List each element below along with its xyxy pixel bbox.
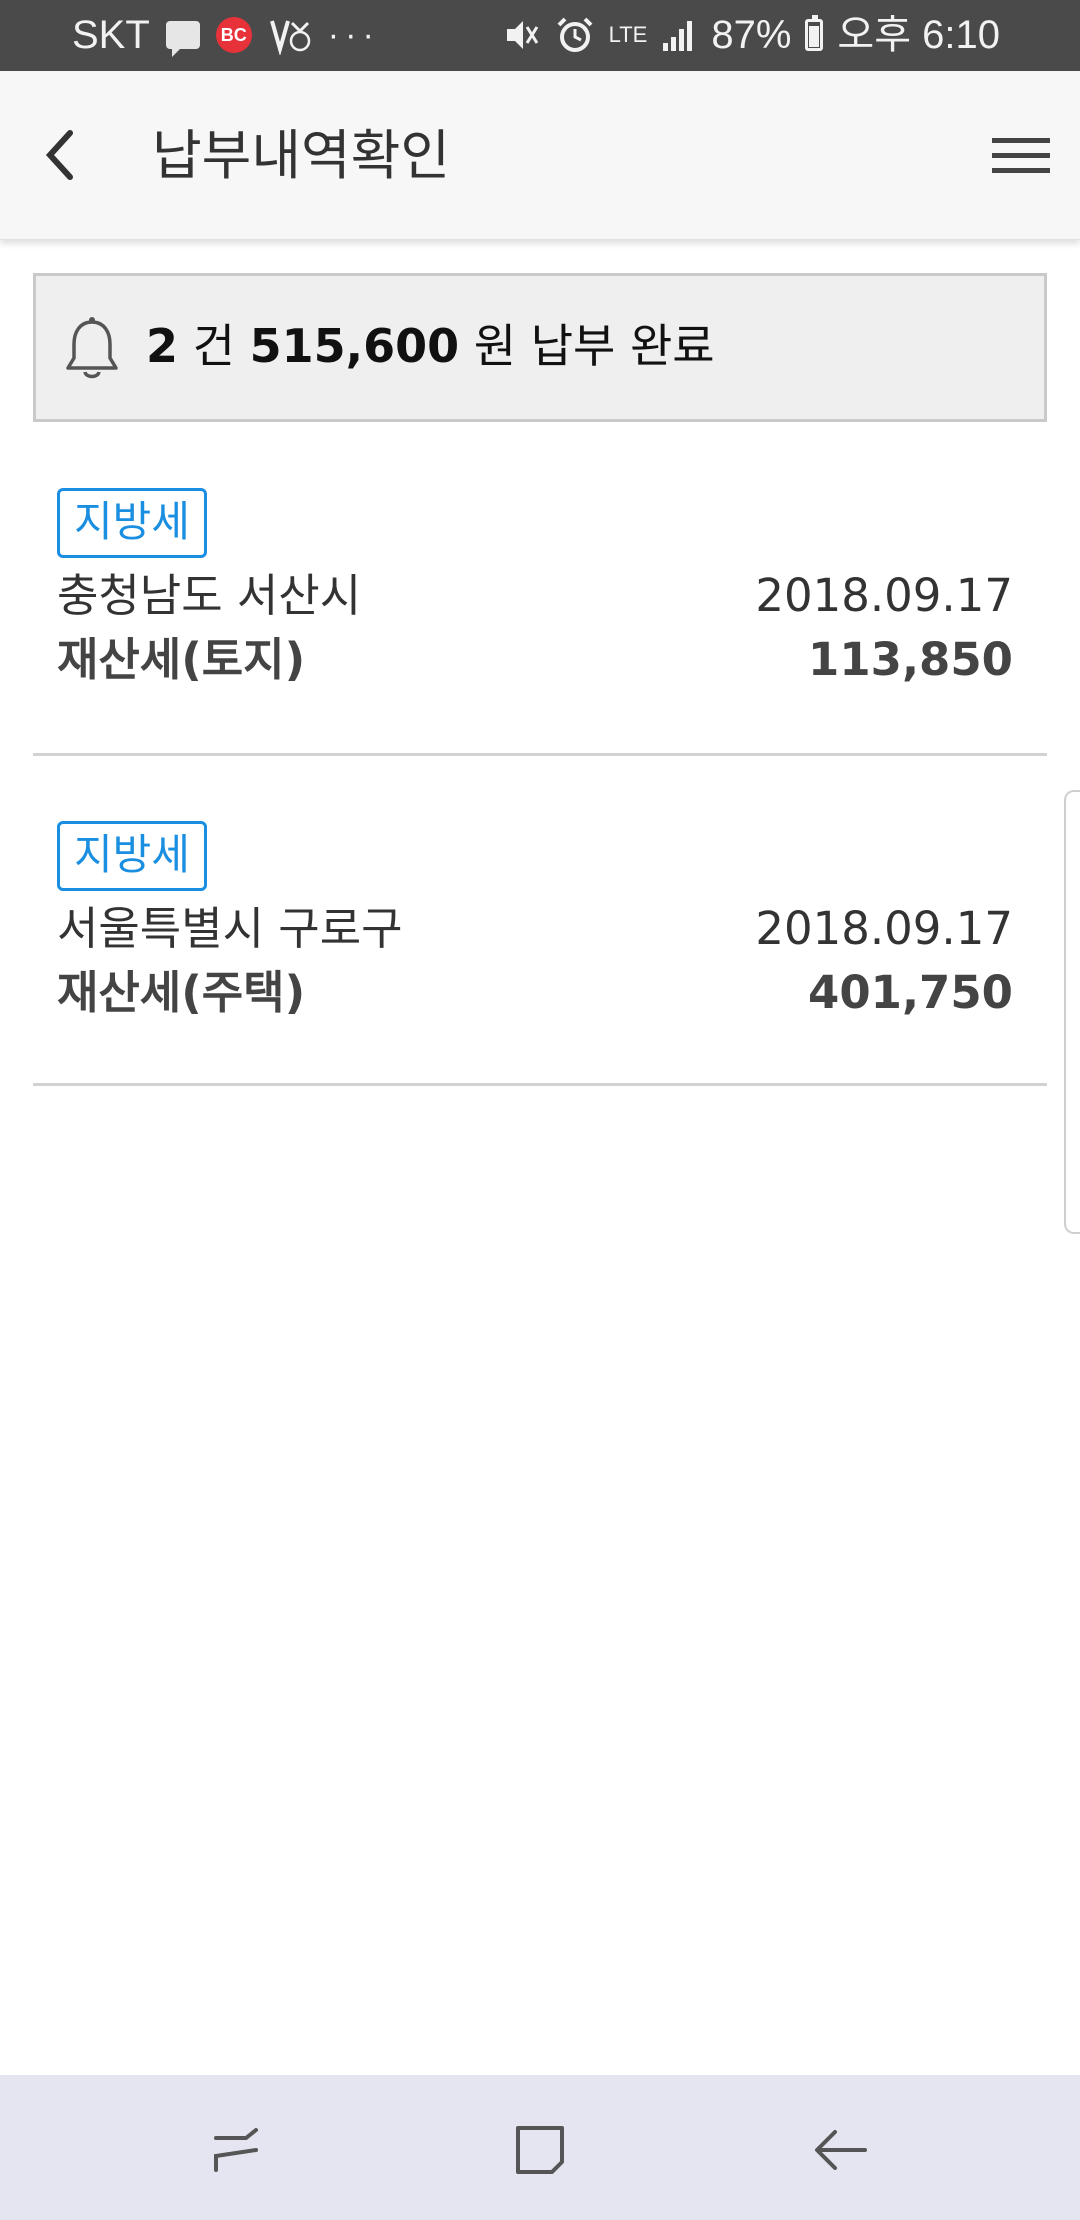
back-button[interactable] [30,115,90,195]
alarm-icon [555,15,595,55]
lte-label: LTE [608,22,648,47]
payment-item[interactable]: 지방세 충청남도 서산시 2018.09.17 재산세(토지) 113,850 [33,488,1047,753]
more-notifications-icon: ··· [327,16,380,54]
hamburger-menu-icon [992,137,1050,143]
status-bar-left: SKT BC ··· [72,12,380,58]
signal-icon [661,17,697,53]
divider [33,753,1047,756]
tax-name: 재산세(토지) [57,633,306,686]
call-forward-icon [268,15,312,55]
page-title: 납부내역확인 [152,124,451,187]
recent-apps-button[interactable] [196,2115,276,2185]
battery-percent: 87% [711,13,792,57]
summary-count: 2 [146,319,179,373]
summary-amount-unit: 원 [473,319,517,373]
status-bar: SKT BC ··· LTE 87% 오후 6:10 [0,0,1080,71]
home-icon [516,2126,564,2174]
divider [33,1083,1047,1086]
home-button[interactable] [500,2115,580,2185]
system-back-button[interactable] [801,2115,881,2185]
payment-date: 2018.09.17 [755,902,1013,955]
summary-count-unit: 건 [192,319,235,373]
summary-status: 납부 완료 [530,319,715,373]
mute-icon [501,15,541,55]
payment-region: 충청남도 서산시 [57,569,362,622]
menu-button[interactable] [992,123,1056,187]
back-arrow-icon [815,2130,867,2170]
payment-region: 서울특별시 구로구 [57,902,403,955]
carrier-label: SKT [72,13,150,57]
chevron-left-icon [45,130,73,180]
tax-type-tag: 지방세 [57,821,207,891]
clock: 오후 6:10 [837,13,1000,57]
battery-icon [805,15,824,51]
bell-icon [66,317,118,379]
message-icon [165,21,200,57]
payment-item[interactable]: 지방세 서울특별시 구로구 2018.09.17 재산세(주택) 401,750 [33,821,1047,1086]
app-bar: 납부내역확인 [0,71,1080,240]
payment-date: 2018.09.17 [755,569,1013,622]
payment-amount: 401,750 [808,966,1013,1019]
status-bar-right: LTE 87% 오후 6:10 [501,12,1000,58]
payment-summary-box: 2 건 515,600 원 납부 완료 [33,273,1047,422]
navigation-bar [0,2075,1080,2220]
tax-type-tag: 지방세 [57,488,207,558]
bc-app-icon: BC [215,17,252,53]
tax-name: 재산세(주택) [57,966,306,1019]
summary-amount: 515,600 [249,319,460,373]
edge-panel-handle[interactable] [1064,790,1080,1234]
payment-amount: 113,850 [808,633,1013,686]
recent-apps-icon [214,2128,258,2172]
summary-text: 2 건 515,600 원 납부 완료 [146,316,715,376]
